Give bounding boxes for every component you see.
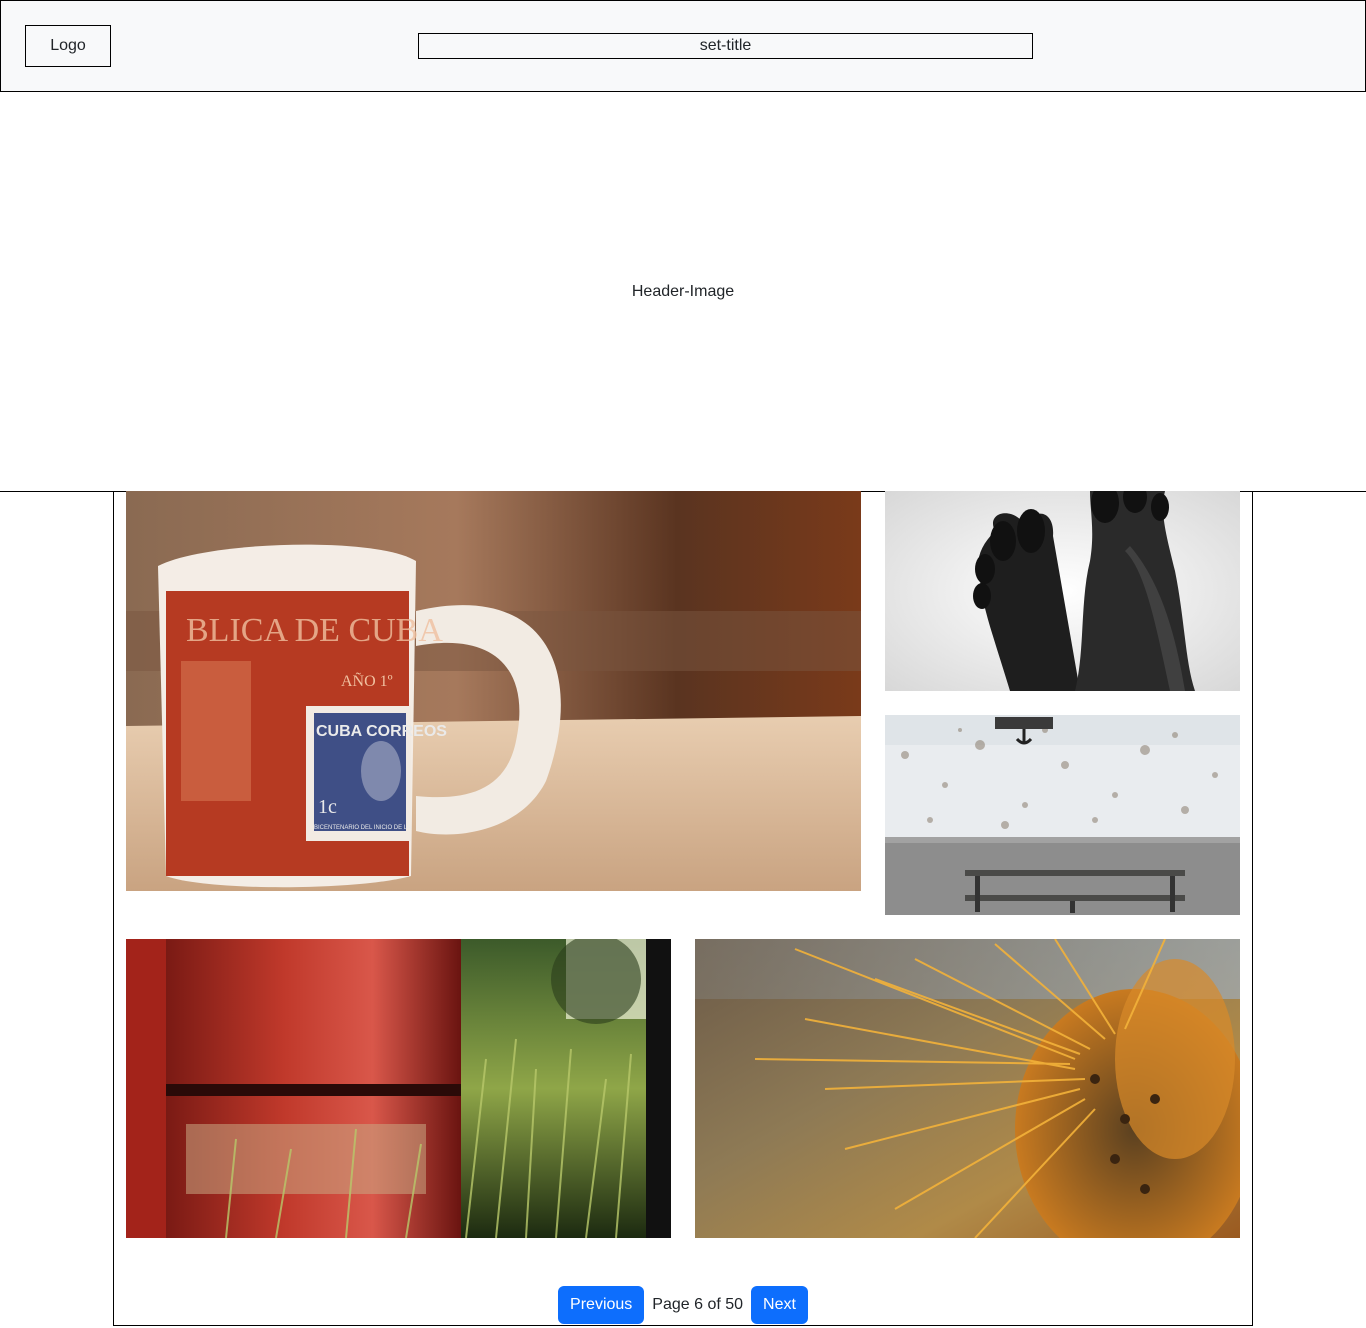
feet-photo[interactable] bbox=[885, 491, 1240, 691]
bench-wall-photo[interactable] bbox=[885, 715, 1240, 915]
stamp-text: CUBA CORREOS bbox=[316, 723, 447, 740]
stamp-caption: BICENTENARIO DEL INICIO DE LA bbox=[314, 825, 411, 831]
next-button[interactable]: Next bbox=[751, 1286, 808, 1324]
navbar: Logo set-title bbox=[0, 0, 1366, 92]
mug-year-text: AÑO 1º bbox=[341, 672, 393, 690]
pagination: Previous Page 6 of 50 Next bbox=[114, 1286, 1252, 1324]
header-image: Header-Image bbox=[0, 92, 1366, 492]
photo-gallery: BLICA DE CUBA AÑO 1º CUBA CORREOS 1c BIC… bbox=[113, 491, 1253, 1326]
rusty-barrel-grass-photo[interactable] bbox=[126, 939, 671, 1238]
page-title: set-title bbox=[418, 33, 1033, 59]
header-image-label: Header-Image bbox=[631, 282, 735, 300]
mug-photo[interactable]: BLICA DE CUBA AÑO 1º CUBA CORREOS 1c BIC… bbox=[126, 491, 861, 891]
logo[interactable]: Logo bbox=[25, 25, 111, 67]
stamp-value: 1c bbox=[318, 796, 337, 818]
mug-text: BLICA DE CUBA bbox=[186, 612, 443, 649]
previous-button[interactable]: Previous bbox=[558, 1286, 645, 1324]
cactus-spines-photo[interactable] bbox=[695, 939, 1240, 1238]
page-indicator: Page 6 of 50 bbox=[652, 1296, 744, 1313]
